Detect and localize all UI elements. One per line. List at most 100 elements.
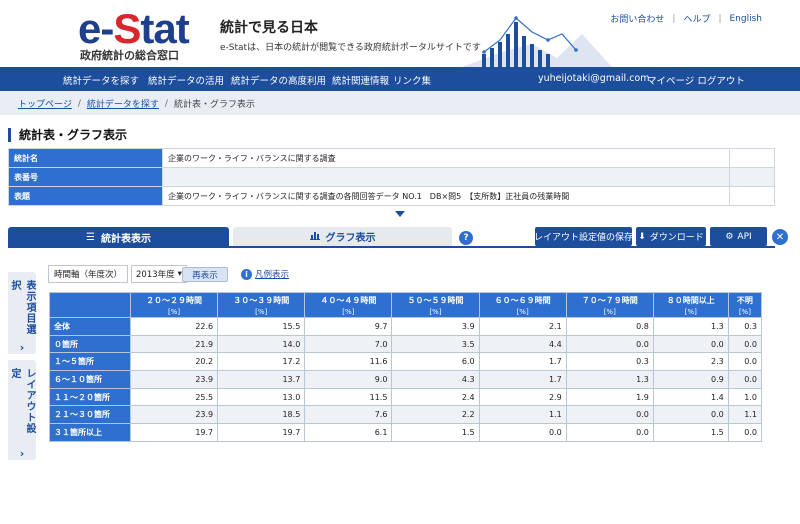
api-button[interactable]: ⚙ API — [710, 227, 767, 246]
row-header[interactable]: 全体 — [49, 317, 131, 336]
row-header[interactable]: ３１箇所以上 — [49, 423, 131, 442]
table-cell: 19.7 — [129, 423, 219, 442]
table-cell: 0.0 — [565, 423, 654, 442]
tab-table-view[interactable]: ☰ 統計表表示 — [8, 227, 229, 248]
table-cell: 18.5 — [217, 405, 306, 425]
header-links: お問い合わせ | ヘルプ | English — [610, 12, 763, 26]
table-cell: 15.5 — [217, 317, 306, 336]
table-cell: 0.0 — [565, 405, 654, 425]
help-link[interactable]: ヘルプ — [683, 12, 710, 25]
download-button[interactable]: ⬇ ダウンロード — [636, 227, 706, 246]
english-link[interactable]: English — [730, 14, 763, 24]
site-description: e-Statは、日本の統計が閲覧できる政府統計ポータルサイトです — [220, 43, 481, 53]
table-cell: 4.3 — [391, 370, 480, 389]
table-corner — [49, 292, 131, 318]
nav-item-advanced-use[interactable]: 統計データの高度利用 — [231, 73, 326, 87]
table-cell: 0.3 — [727, 317, 763, 336]
nav-account: マイページ ログアウト — [647, 73, 745, 87]
stat-info-table: 統計名 企業のワーク・ライフ・バランスに関する調査 表番号 表題 企業のワーク・… — [8, 148, 775, 206]
table-cell: 9.7 — [304, 317, 393, 336]
table-cell: 11.6 — [304, 352, 393, 372]
table-cell: 2.9 — [478, 387, 567, 407]
table-cell: 7.6 — [304, 405, 393, 425]
column-header[interactable]: ４０～４９時間 [%] — [304, 292, 393, 318]
row-header[interactable]: ２１～３０箇所 — [49, 405, 131, 425]
redisplay-button[interactable]: 再表示 — [182, 267, 228, 282]
table-cell: 23.9 — [129, 405, 219, 425]
expand-info-arrow-icon[interactable] — [395, 211, 405, 217]
time-axis-control: 時間軸（年度次） 2013年度 ▾ — [48, 265, 187, 283]
table-cell: 17.2 — [217, 352, 306, 372]
side-tab-layout[interactable]: レイアウト設定 › — [8, 360, 36, 460]
link-separator: | — [718, 13, 722, 24]
info-value — [162, 167, 730, 187]
table-cell: 0.9 — [652, 370, 729, 389]
logo-subtitle: 政府統計の総合窓口 — [80, 49, 179, 62]
table-cell: 0.0 — [727, 423, 763, 442]
logout-link[interactable]: ログアウト — [697, 76, 745, 87]
mypage-link[interactable]: マイページ — [647, 76, 694, 87]
nav-item-search-data[interactable]: 統計データを探す — [63, 73, 139, 87]
table-cell: 19.7 — [217, 423, 306, 442]
table-cell: 9.0 — [304, 370, 393, 389]
contact-link[interactable]: お問い合わせ — [610, 12, 664, 25]
column-header[interactable]: ６０～６９時間 [%] — [478, 292, 567, 318]
column-header[interactable]: 不明 [%] — [727, 292, 763, 318]
column-unit: [%] — [342, 307, 355, 316]
table-cell: 1.1 — [478, 405, 567, 425]
column-header[interactable]: ８０時間以上 [%] — [652, 292, 729, 318]
table-cell: 1.0 — [727, 387, 763, 407]
column-label: ６０～６９時間 — [494, 295, 551, 305]
table-cell: 0.0 — [652, 405, 729, 425]
download-icon: ⬇ — [638, 231, 646, 242]
table-cell: 21.9 — [129, 334, 219, 354]
table-cell: 2.1 — [478, 317, 567, 336]
estat-logo[interactable]: e-Stat 政府統計の総合窓口 — [78, 6, 208, 63]
gears-icon: ⚙ — [725, 231, 734, 242]
info-row-table-title: 表題 企業のワーク・ライフ・バランスに関する調査の各問回答データ NO.1 DB… — [8, 186, 775, 206]
legend-link[interactable]: i 凡例表示 — [241, 268, 289, 280]
stat-data-table: ２０～２９時間 [%] ３０～３９時間 [%] ４０～４９時間 [%] ５０～５９時間… — [49, 292, 763, 442]
column-header[interactable]: ７０～７９時間 [%] — [565, 292, 654, 318]
breadcrumb-separator: / — [77, 98, 81, 109]
breadcrumb-search-data[interactable]: 統計データを探す — [87, 97, 159, 110]
table-cell: 1.3 — [652, 317, 729, 336]
row-header[interactable]: ０箇所 — [49, 334, 131, 354]
column-unit: [%] — [168, 307, 181, 316]
table-row: ３１箇所以上 19.7 19.7 6.1 1.5 0.0 0.0 1.5 0.0 — [49, 423, 763, 442]
row-header[interactable]: ６～１０箇所 — [49, 370, 131, 389]
help-question-icon[interactable]: ? — [459, 231, 473, 245]
time-axis-select[interactable]: 2013年度 ▾ — [131, 265, 187, 283]
close-icon[interactable]: ✕ — [772, 229, 788, 245]
tab-graph-view[interactable]: グラフ表示 — [233, 227, 452, 246]
table-row: 全体 22.6 15.5 9.7 3.9 2.1 0.8 1.3 0.3 — [49, 317, 763, 336]
column-label: ７０～７９時間 — [581, 295, 638, 305]
save-layout-button[interactable]: レイアウト設定値の保存 — [534, 227, 633, 246]
info-extra — [729, 186, 775, 206]
user-email: yuheijotaki@gmail.com — [538, 73, 650, 84]
nav-item-use-data[interactable]: 統計データの活用 — [148, 73, 224, 87]
table-cell: 13.7 — [217, 370, 306, 389]
button-label: API — [737, 231, 752, 242]
column-header[interactable]: ５０～５９時間 [%] — [391, 292, 480, 318]
breadcrumb-top[interactable]: トップページ — [18, 97, 72, 110]
column-label: 不明 — [736, 295, 753, 305]
table-cell: 1.7 — [478, 370, 567, 389]
table-cell: 3.5 — [391, 334, 480, 354]
breadcrumb: トップページ / 統計データを探す / 統計表・グラフ表示 — [0, 91, 800, 115]
row-header[interactable]: １～５箇所 — [49, 352, 131, 372]
table-cell: 1.1 — [727, 405, 763, 425]
side-tab-display-items[interactable]: 表示項目選択 › — [8, 272, 36, 354]
table-cell: 1.3 — [565, 370, 654, 389]
nav-item-related-info[interactable]: 統計関連情報 — [332, 73, 389, 87]
row-header[interactable]: １１～２０箇所 — [49, 387, 131, 407]
table-cell: 1.5 — [652, 423, 729, 442]
column-label: ８０時間以上 — [666, 295, 715, 305]
column-header[interactable]: ３０～３９時間 [%] — [217, 292, 306, 318]
column-label: ３０～３９時間 — [233, 295, 290, 305]
nav-item-links[interactable]: リンク集 — [393, 73, 431, 87]
column-header[interactable]: ２０～２９時間 [%] — [129, 292, 219, 318]
table-cell: 25.5 — [129, 387, 219, 407]
column-label: ２０～２９時間 — [146, 295, 203, 305]
table-cell: 0.0 — [727, 370, 763, 389]
